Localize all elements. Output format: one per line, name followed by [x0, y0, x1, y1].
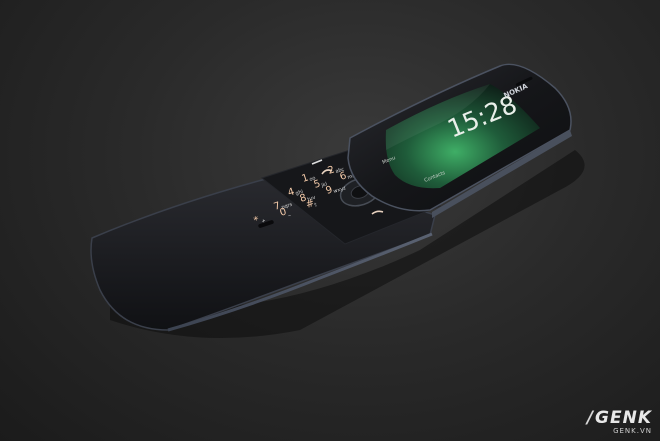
- photo-illustration: 1oo2abc3def4ghi5jkl6mno7pqrs8tuv9wxyz*+0…: [90, 63, 585, 338]
- watermark-logo: /GENK: [586, 408, 652, 428]
- photo-scene: 1oo2abc3def4ghi5jkl6mno7pqrs8tuv9wxyz*+0…: [0, 0, 660, 441]
- watermark-site: GENK.VN: [613, 427, 652, 435]
- watermark: /GENK GENK.VN: [587, 409, 652, 435]
